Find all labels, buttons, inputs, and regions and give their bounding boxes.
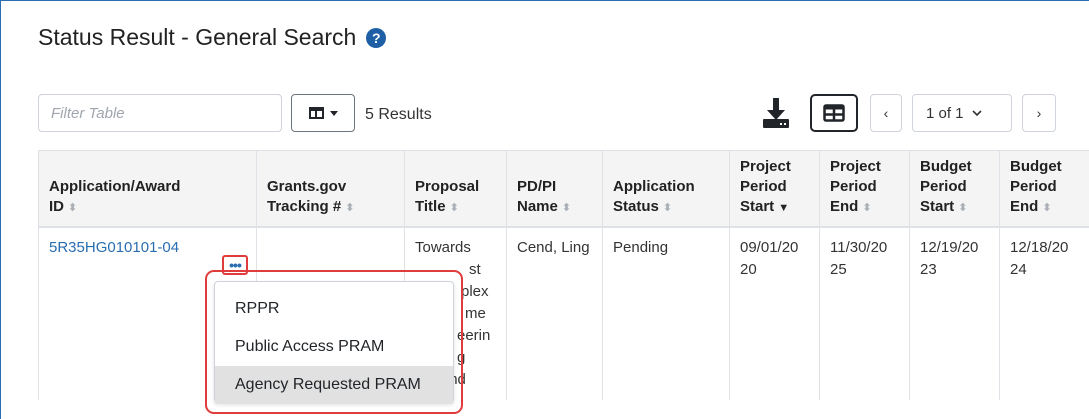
filter-table-input[interactable]	[38, 94, 282, 132]
header-label: Project	[740, 158, 791, 175]
page-title: Status Result - General Search ?	[38, 24, 387, 51]
header-label: Title	[415, 198, 446, 215]
results-table: Application/Award ID ⬍ Grants.gov Tracking …	[38, 150, 1089, 400]
menu-item-rppr[interactable]: RPPR	[215, 290, 453, 328]
header-budget-end[interactable]: Budget Period End ⬍	[999, 150, 1089, 227]
header-label: Project	[830, 158, 881, 175]
table-header-row: Application/Award ID ⬍ Grants.gov Tracking …	[38, 150, 1089, 227]
cell-budget-end: 12/18/20 24	[999, 227, 1089, 400]
results-count: 5 Results	[365, 106, 432, 123]
chevron-down-icon	[971, 109, 982, 116]
sort-icon: ⬍	[345, 202, 355, 214]
sort-icon: ⬍	[958, 202, 968, 214]
header-label: PD/PI	[517, 178, 557, 195]
download-icon	[763, 98, 789, 128]
cell-project-start: 09/01/20 20	[729, 227, 820, 400]
page-select[interactable]: 1 of 1	[912, 94, 1012, 132]
header-label: Period	[1010, 178, 1057, 195]
header-label: Budget	[920, 158, 972, 175]
header-label: End	[830, 198, 859, 215]
header-pi-name[interactable]: PD/PI Name ⬍	[506, 150, 603, 227]
award-id-link[interactable]: 5R35HG010101-04	[49, 239, 179, 256]
sort-desc-icon: ▼	[778, 202, 790, 214]
proposal-title-text: Towards	[415, 239, 471, 256]
header-label: Budget	[1010, 158, 1062, 175]
previous-page-button[interactable]: ‹	[870, 94, 902, 132]
header-label: End	[1010, 198, 1039, 215]
cell-app-status: Pending	[602, 227, 730, 400]
header-app-status[interactable]: Application Status ⬍	[602, 150, 730, 227]
header-label: Grants.gov	[267, 178, 347, 195]
sort-icon: ⬍	[862, 202, 872, 214]
header-label: Start	[740, 198, 775, 215]
chevron-down-icon	[329, 110, 338, 116]
header-label: Application	[613, 178, 695, 195]
chevron-left-icon: ‹	[883, 105, 889, 121]
header-label: Period	[830, 178, 877, 195]
table-layout-icon	[823, 104, 845, 122]
sort-icon: ⬍	[662, 202, 673, 214]
page-select-label: 1 of 1	[926, 104, 964, 122]
question-circle-icon[interactable]: ?	[366, 27, 387, 48]
chevron-right-icon: ›	[1036, 105, 1042, 121]
sort-icon: ⬍	[449, 202, 459, 214]
download-button[interactable]	[760, 96, 792, 130]
layout-toggle-button[interactable]	[810, 94, 858, 132]
cell-pi-name: Cend, Ling	[506, 227, 603, 400]
header-project-start[interactable]: Project Period Start ▼	[729, 150, 820, 227]
header-award-id[interactable]: Application/Award ID ⬍	[38, 150, 257, 227]
header-label: Status	[613, 198, 659, 215]
column-chooser-button[interactable]	[291, 94, 355, 132]
sort-icon: ⬍	[1042, 202, 1052, 214]
menu-item-public-access-pram[interactable]: Public Access PRAM	[215, 328, 453, 366]
next-page-button[interactable]: ›	[1022, 94, 1056, 132]
row-actions-menu: RPPR Public Access PRAM Agency Requested…	[214, 281, 454, 404]
header-tracking[interactable]: Grants.gov Tracking # ⬍	[256, 150, 405, 227]
cell-budget-start: 12/19/20 23	[909, 227, 1000, 400]
header-label: Proposal	[415, 178, 480, 195]
sort-icon: ⬍	[68, 202, 78, 214]
header-label: Start	[920, 198, 955, 215]
header-label: Name	[517, 198, 558, 215]
header-label: Period	[740, 178, 787, 195]
sort-icon: ⬍	[561, 202, 572, 214]
table-row: 5R35HG010101-04 Towards st plex me eerin…	[38, 227, 1089, 400]
header-label: Period	[920, 178, 967, 195]
cell-project-end: 11/30/20 25	[819, 227, 910, 400]
page-title-text: Status Result - General Search	[38, 24, 357, 50]
header-project-end[interactable]: Project Period End ⬍	[819, 150, 910, 227]
header-label: Application/Award	[49, 178, 181, 195]
header-label: ID	[49, 198, 64, 215]
header-label: Tracking #	[267, 198, 342, 215]
header-proposal-title[interactable]: Proposal Title ⬍	[404, 150, 507, 227]
menu-item-agency-requested-pram[interactable]: Agency Requested PRAM	[215, 366, 453, 404]
header-budget-start[interactable]: Budget Period Start ⬍	[909, 150, 1000, 227]
columns-icon	[308, 107, 324, 119]
